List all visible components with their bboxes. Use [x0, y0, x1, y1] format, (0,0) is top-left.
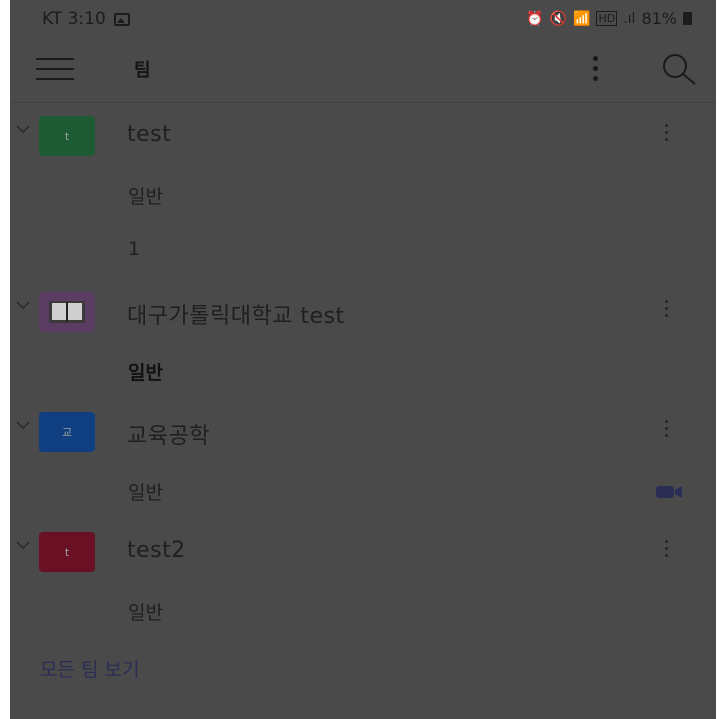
- status-left: KT 3:10: [42, 9, 130, 29]
- carrier-time: KT 3:10: [42, 9, 106, 29]
- search-icon[interactable]: [658, 52, 698, 86]
- status-right: ⏰ 🔇 📶 HD .ıl 81%: [526, 9, 692, 28]
- team-row-edtech[interactable]: 교 교육공학: [10, 402, 716, 462]
- alarm-icon: ⏰: [526, 10, 544, 27]
- page-title: 팀: [134, 60, 151, 81]
- battery-icon: [683, 12, 692, 25]
- channel-row[interactable]: 일반: [10, 464, 716, 520]
- team-name[interactable]: 대구가톨릭대학교 test: [127, 298, 345, 330]
- wifi-icon: 📶: [573, 10, 591, 27]
- team-more-icon[interactable]: [662, 418, 672, 442]
- menu-icon[interactable]: [36, 56, 74, 82]
- channel-name: 일반: [128, 186, 163, 208]
- channel-name: 1: [128, 238, 141, 260]
- team-avatar: [39, 292, 95, 332]
- team-avatar: t: [39, 532, 95, 572]
- chevron-down-icon[interactable]: [16, 420, 30, 430]
- chevron-down-icon[interactable]: [16, 540, 30, 550]
- channel-name: 일반: [128, 362, 163, 384]
- team-avatar: t: [39, 116, 95, 156]
- channel-name: 일반: [128, 482, 163, 504]
- team-name[interactable]: 교육공학: [127, 418, 210, 450]
- team-name[interactable]: test2: [127, 538, 186, 563]
- gallery-icon: [113, 12, 130, 26]
- chevron-down-icon[interactable]: [16, 300, 30, 310]
- chevron-down-icon[interactable]: [16, 124, 30, 134]
- more-options-icon[interactable]: [588, 54, 604, 84]
- channel-row[interactable]: 1: [10, 224, 716, 280]
- see-all-teams-link[interactable]: 모든 팀 보기: [40, 655, 139, 682]
- status-bar: KT 3:10 ⏰ 🔇 📶 HD .ıl 81%: [10, 0, 716, 36]
- channel-row[interactable]: 일반: [10, 584, 716, 640]
- team-row-test[interactable]: t test: [10, 106, 716, 166]
- app-screen: KT 3:10 ⏰ 🔇 📶 HD .ıl 81% 팀 t test 일반 1 대…: [10, 0, 716, 719]
- team-name[interactable]: test: [127, 122, 171, 147]
- channel-name: 일반: [128, 602, 163, 624]
- signal-icon: .ıl: [623, 10, 636, 27]
- video-camera-icon[interactable]: [654, 482, 684, 502]
- team-avatar: 교: [39, 412, 95, 452]
- team-more-icon[interactable]: [662, 538, 672, 562]
- hd-icon: HD: [596, 11, 618, 26]
- mute-icon: 🔇: [549, 10, 568, 27]
- app-header: 팀: [10, 36, 716, 103]
- team-row-dcu-test[interactable]: 대구가톨릭대학교 test: [10, 282, 716, 342]
- team-row-test2[interactable]: t test2: [10, 522, 716, 582]
- team-more-icon[interactable]: [662, 298, 672, 322]
- team-more-icon[interactable]: [662, 122, 672, 146]
- channel-row[interactable]: 일반: [10, 168, 716, 224]
- channel-row[interactable]: 일반: [10, 344, 716, 400]
- battery-percent: 81%: [641, 9, 677, 28]
- book-icon: [49, 301, 85, 323]
